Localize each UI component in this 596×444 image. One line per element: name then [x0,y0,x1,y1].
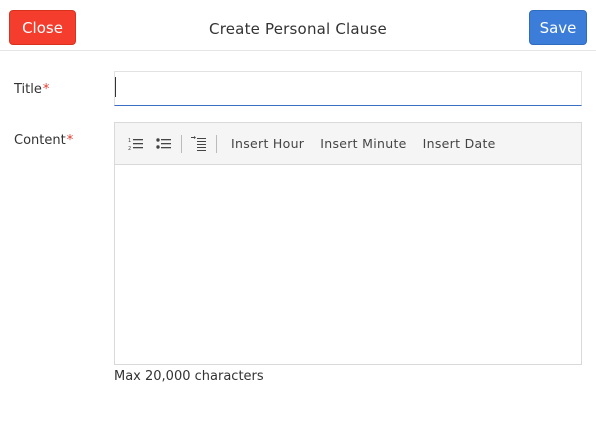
toolbar-separator [216,134,217,153]
insert-hour-button[interactable]: Insert Hour [231,136,304,151]
required-marker: * [66,133,74,148]
insert-minute-button[interactable]: Insert Minute [320,136,406,151]
svg-text:2: 2 [128,146,131,151]
content-hint: Max 20,000 characters [114,369,264,384]
insert-date-button[interactable]: Insert Date [423,136,496,151]
text-caret [115,77,116,97]
modal-title: Create Personal Clause [209,20,387,38]
modal-header: Close Create Personal Clause Save [0,0,596,51]
svg-text:1: 1 [128,138,131,144]
title-input[interactable] [114,71,582,106]
editor-toolbar: 1 2 Insert Hour Insert Minute Insert Dat… [115,123,581,165]
content-textarea[interactable] [115,165,581,364]
content-editor: 1 2 Insert Hour Insert Minute Insert Dat… [114,122,582,365]
numbered-list-icon[interactable]: 1 2 [125,133,147,155]
save-button[interactable]: Save [529,10,587,45]
indent-icon[interactable] [188,133,210,155]
title-label: Title* [14,82,49,97]
title-label-text: Title [14,82,42,97]
content-label-text: Content [14,133,66,148]
content-label: Content* [14,133,73,148]
toolbar-separator [181,134,182,153]
required-marker: * [42,82,50,97]
bulleted-list-icon[interactable] [153,133,175,155]
